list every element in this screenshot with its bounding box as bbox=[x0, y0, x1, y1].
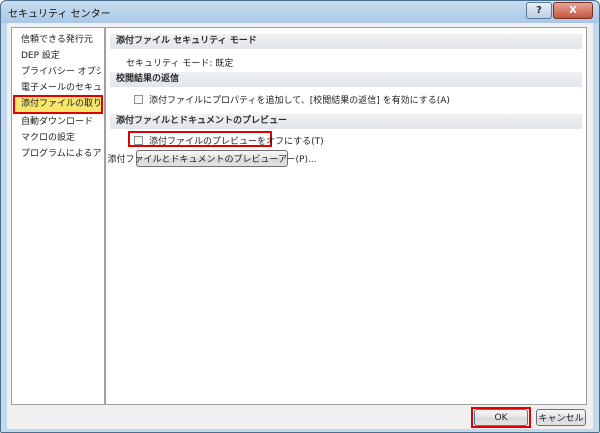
sidebar-item-dep-settings[interactable]: DEP 設定 bbox=[15, 49, 101, 64]
dialog-client-area: 信頼できる発行元 DEP 設定 プライバシー オプション 電子メールのセキュリテ… bbox=[7, 23, 593, 429]
section-header-attachment-preview: 添付ファイルとドキュメントのプレビュー bbox=[110, 114, 582, 129]
close-icon: X bbox=[569, 5, 577, 16]
sidebar-item-attachment-handling[interactable]: 添付ファイルの取り扱い bbox=[13, 95, 103, 114]
reply-with-changes-option[interactable]: 添付ファイルにプロパティを追加して、[校閲結果の返信] を有効にする(A) bbox=[134, 93, 450, 106]
security-mode-text: セキュリティ モード: 既定 bbox=[126, 59, 234, 69]
title-buttons: ? X bbox=[525, 2, 593, 19]
help-button[interactable]: ? bbox=[526, 2, 552, 19]
cancel-button-label: キャンセル bbox=[538, 414, 584, 424]
sidebar-item-automatic-download[interactable]: 自動ダウンロード bbox=[15, 115, 101, 130]
close-button[interactable]: X bbox=[553, 2, 593, 19]
ok-button-label: OK bbox=[494, 412, 508, 423]
section-header-attachment-security-mode: 添付ファイル セキュリティ モード bbox=[110, 34, 582, 49]
previewers-button-label: 添付ファイルとドキュメントのプレビューアー(P)... bbox=[107, 155, 317, 165]
reply-with-changes-checkbox[interactable] bbox=[134, 95, 143, 104]
sidebar-item-privacy-options[interactable]: プライバシー オプション bbox=[15, 65, 101, 80]
security-center-dialog: セキュリティ センター ? X 信頼できる発行元 DEP 設定 プライバシー オ… bbox=[0, 0, 600, 433]
sidebar-item-trusted-publishers[interactable]: 信頼できる発行元 bbox=[15, 33, 101, 48]
help-icon: ? bbox=[536, 5, 542, 16]
category-sidebar: 信頼できる発行元 DEP 設定 プライバシー オプション 電子メールのセキュリテ… bbox=[11, 27, 105, 405]
sidebar-item-email-security[interactable]: 電子メールのセキュリティ bbox=[15, 81, 101, 96]
window-title: セキュリティ センター bbox=[8, 9, 111, 20]
turn-off-preview-checkbox[interactable] bbox=[134, 136, 143, 145]
previewers-button[interactable]: 添付ファイルとドキュメントのプレビューアー(P)... bbox=[107, 150, 317, 167]
sidebar-item-programmatic-access[interactable]: プログラムによるアクセス bbox=[15, 147, 101, 162]
ok-button[interactable]: OK bbox=[474, 409, 528, 426]
title-bar[interactable]: セキュリティ センター ? X bbox=[1, 1, 599, 21]
settings-panel: 添付ファイル セキュリティ モード セキュリティ モード: 既定 校閲結果の返信… bbox=[105, 27, 587, 405]
reply-with-changes-label: 添付ファイルにプロパティを追加して、[校閲結果の返信] を有効にする(A) bbox=[149, 96, 450, 106]
section-header-reply-with-changes: 校閲結果の返信 bbox=[110, 72, 582, 87]
cancel-button[interactable]: キャンセル bbox=[536, 409, 586, 426]
turn-off-preview-label: 添付ファイルのプレビューをオフにする(T) bbox=[149, 137, 324, 147]
turn-off-preview-option[interactable]: 添付ファイルのプレビューをオフにする(T) bbox=[134, 134, 324, 147]
sidebar-item-macro-settings[interactable]: マクロの設定 bbox=[15, 131, 101, 146]
